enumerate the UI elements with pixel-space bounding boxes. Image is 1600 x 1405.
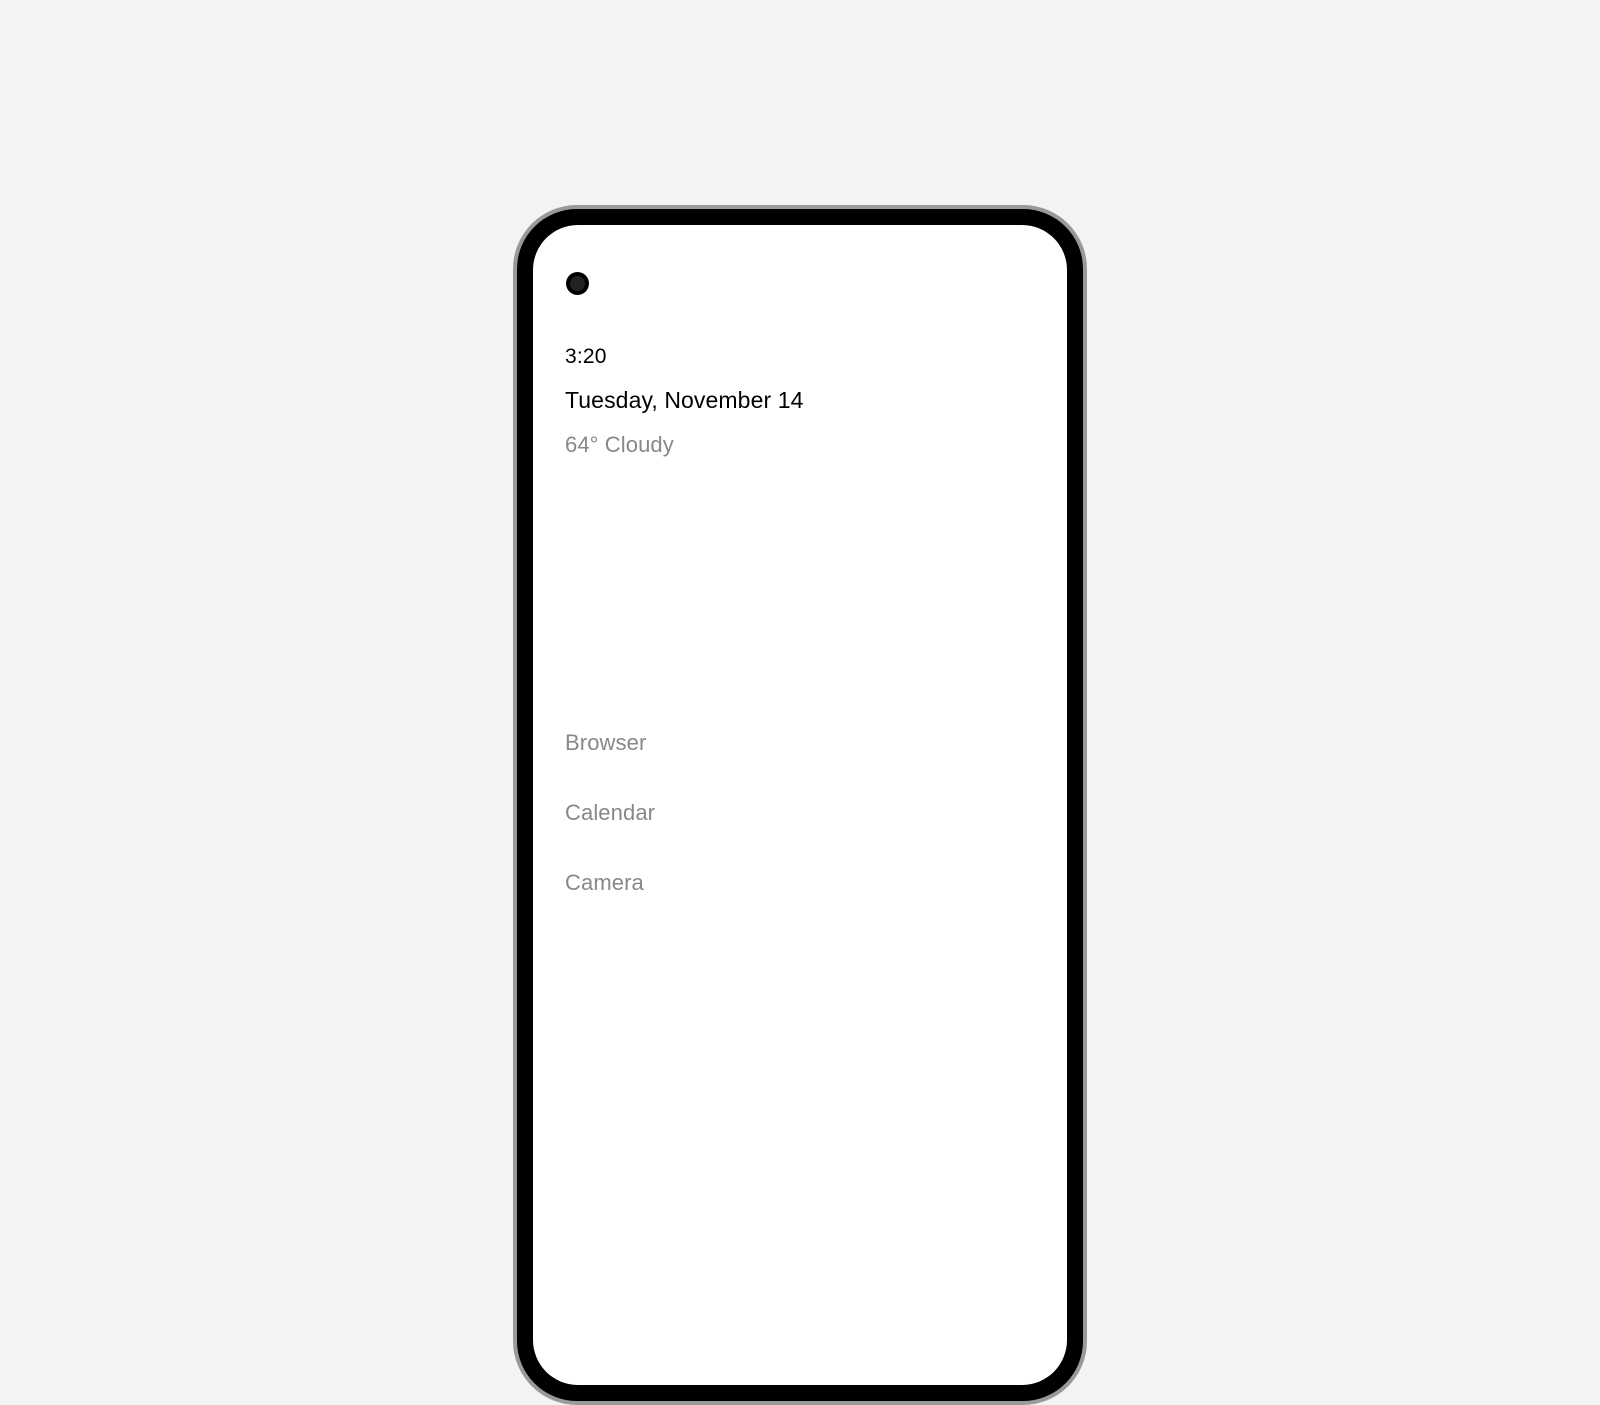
clock-time[interactable]: 3:20 — [565, 345, 1035, 369]
app-item-browser[interactable]: Browser — [565, 708, 1035, 778]
app-list: Browser Calendar Camera — [565, 708, 1035, 918]
date-label[interactable]: Tuesday, November 14 — [565, 387, 1035, 414]
weather-label[interactable]: 64° Cloudy — [565, 432, 1035, 458]
app-item-calendar[interactable]: Calendar — [565, 778, 1035, 848]
app-item-camera[interactable]: Camera — [565, 848, 1035, 918]
phone-bezel: 3:20 Tuesday, November 14 64° Cloudy Bro… — [517, 209, 1083, 1401]
phone-screen: 3:20 Tuesday, November 14 64° Cloudy Bro… — [533, 225, 1067, 1385]
camera-cutout-icon — [566, 272, 589, 295]
phone-frame: 3:20 Tuesday, November 14 64° Cloudy Bro… — [513, 205, 1087, 1405]
home-content: 3:20 Tuesday, November 14 64° Cloudy Bro… — [533, 225, 1067, 918]
